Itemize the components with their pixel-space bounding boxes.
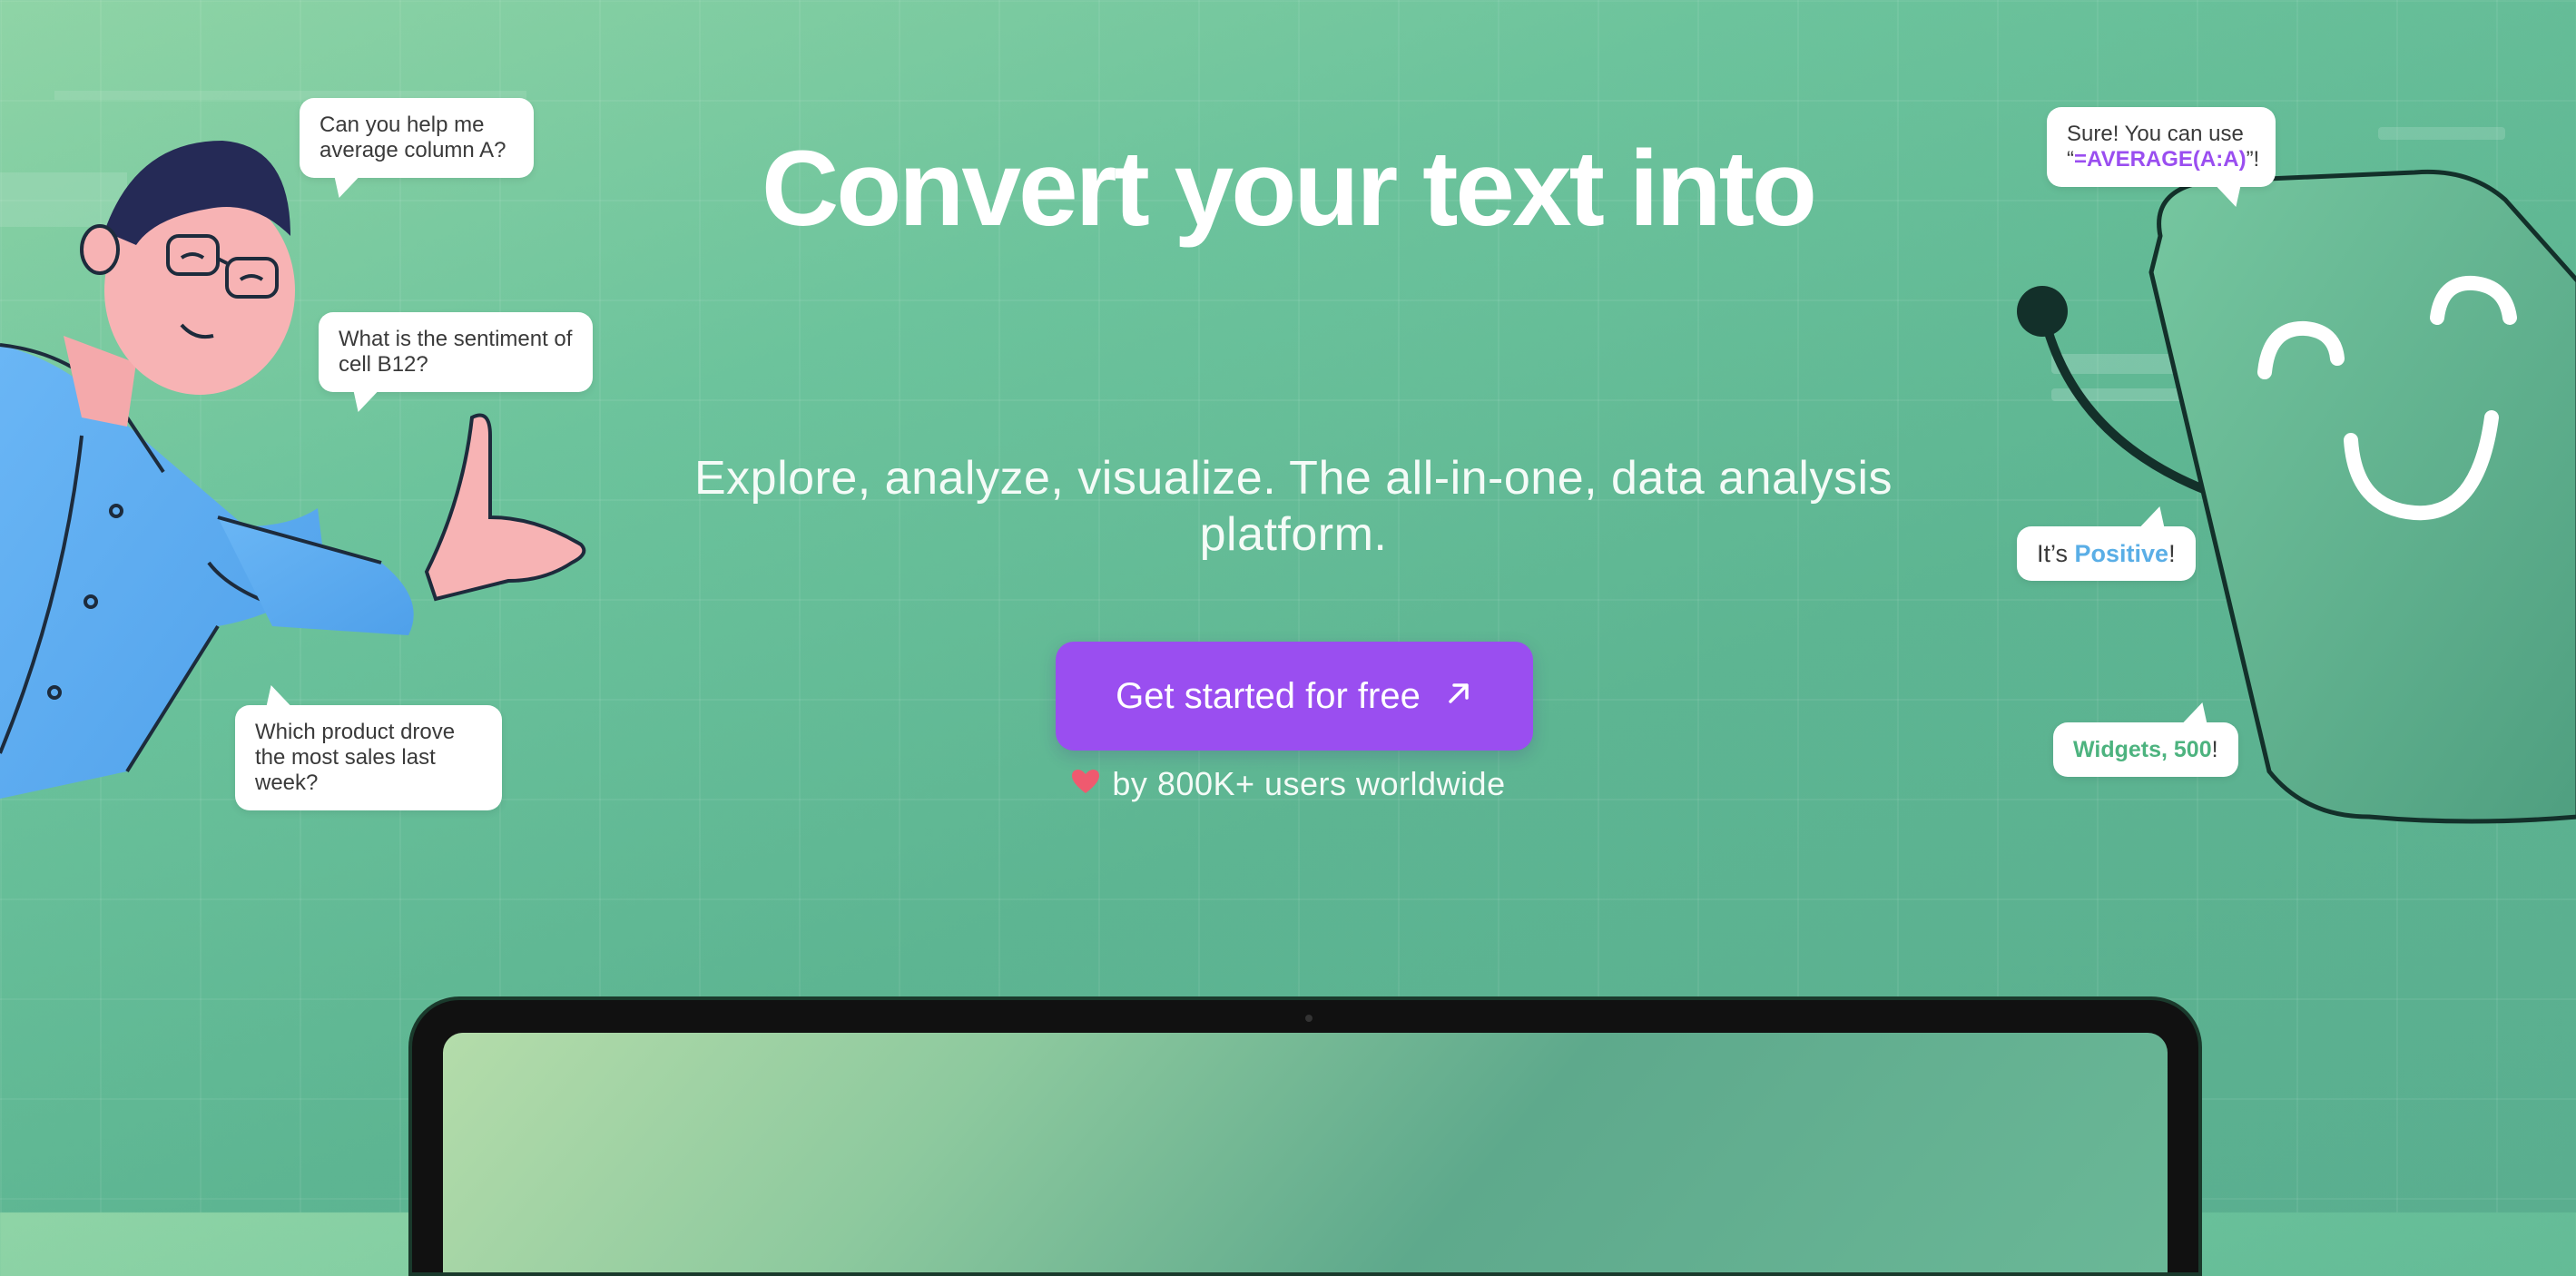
laptop-mockup (408, 996, 2202, 1276)
get-started-label: Get started for free (1116, 675, 1421, 716)
chat-bubble-sentiment: What is the sentiment of cell B12? (319, 312, 593, 412)
hero-headline: Convert your text into (762, 129, 1817, 249)
heart-icon (1070, 765, 1101, 803)
hero-subheadline: Explore, analyze, visualize. The all-in-… (693, 452, 1893, 561)
chat-bubble-positive: It’s Positive! (2017, 506, 2196, 581)
positive-suffix: ! (2168, 540, 2176, 567)
camera-dot (1305, 1015, 1313, 1022)
positive-word: Positive (2074, 540, 2169, 567)
widgets-value: Widgets, 500 (2073, 737, 2212, 762)
social-proof: by 800K+ users worldwide (0, 765, 2576, 803)
laptop-screen (443, 1033, 2168, 1272)
arrow-up-right-icon (1444, 676, 1473, 717)
positive-prefix: It’s (2037, 540, 2075, 567)
widgets-suffix: ! (2211, 737, 2218, 762)
chat-bubble-sentiment-text: What is the sentiment of cell B12? (339, 327, 573, 377)
social-proof-text: by 800K+ users worldwide (1112, 765, 1506, 802)
get-started-button[interactable]: Get started for free (1056, 642, 1533, 751)
